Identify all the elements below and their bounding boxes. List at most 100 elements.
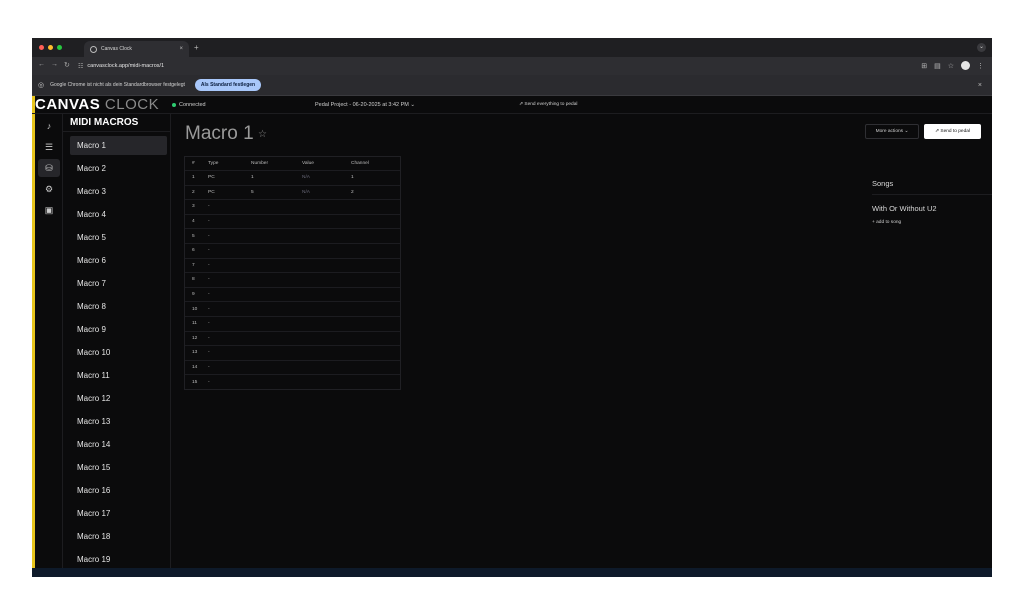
status-text: Connected (179, 102, 206, 108)
favicon-icon (90, 45, 97, 53)
cell-type: - (208, 248, 210, 254)
sidebar-item-macro-12[interactable]: Macro 12 (70, 389, 167, 408)
table-row[interactable]: 12 - (185, 330, 400, 346)
send-all-button[interactable]: ⇗ Send everything to pedal (519, 102, 577, 107)
table-row[interactable]: 4- (185, 213, 400, 229)
sidebar-item-macro-9[interactable]: Macro 9 (70, 320, 167, 339)
cell-channel: 2 (351, 189, 354, 195)
back-icon[interactable]: ← (38, 61, 45, 69)
menu-kebab-icon[interactable]: ⋮ (977, 62, 984, 70)
toolbar-actions: ⊞ ▤ ☆ ⋮ (921, 61, 984, 70)
cell-type: - (208, 379, 210, 385)
install-app-icon[interactable]: ⊞ (921, 62, 927, 70)
icon-rail: ♪ ☰ ⛁ ⚙ ▣ (35, 114, 63, 568)
cell-type: - (208, 219, 210, 225)
sidebar-item-macro-8[interactable]: Macro 8 (70, 297, 167, 316)
table-row[interactable]: 10 - (185, 301, 400, 316)
sidebar-item-macro-17[interactable]: Macro 17 (70, 504, 167, 523)
pedal-nav-icon[interactable]: ▣ (38, 201, 60, 219)
cell-number: 1 (251, 175, 254, 181)
cell-value: N/A (302, 189, 310, 195)
cell-index: 3 (192, 204, 195, 210)
cell-index: 11 (192, 321, 197, 327)
sidebar-item-macro-16[interactable]: Macro 16 (70, 481, 167, 500)
close-window-button[interactable] (39, 45, 44, 50)
table-header: # Type Number Value Channel (185, 157, 400, 170)
maximize-window-button[interactable] (57, 45, 62, 50)
macros-nav-icon[interactable]: ⛁ (38, 159, 60, 177)
sidebar-item-macro-10[interactable]: Macro 10 (70, 343, 167, 362)
sidebar-item-macro-7[interactable]: Macro 7 (70, 274, 167, 293)
minimize-window-button[interactable] (48, 45, 53, 50)
sidebar-item-macro-4[interactable]: Macro 4 (70, 205, 167, 224)
table-row[interactable]: 13 - (185, 345, 400, 360)
cell-type: - (208, 233, 210, 239)
site-info-icon[interactable]: ☷ (78, 63, 83, 70)
list-nav-icon[interactable]: ☰ (38, 138, 60, 156)
sidebar-item-macro-13[interactable]: Macro 13 (70, 412, 167, 431)
window-controls (39, 45, 62, 50)
table-row[interactable]: 2 PC 5 N/A 2 (185, 184, 400, 200)
sidebar-title: MIDI MACROS (63, 114, 170, 132)
profile-avatar[interactable] (961, 61, 970, 70)
project-selector[interactable]: Pedal Project - 06-20-2025 at 3:42 PM ⌄ (315, 102, 415, 108)
settings-nav-icon[interactable]: ⚙ (38, 180, 60, 198)
sidebar-item-macro-1[interactable]: Macro 1 (70, 136, 167, 155)
table-row[interactable]: 5- (185, 228, 400, 243)
sidebar-item-macro-15[interactable]: Macro 15 (70, 458, 167, 477)
songs-nav-icon[interactable]: ♪ (38, 117, 60, 135)
tab-title: Canvas Clock (101, 46, 132, 52)
cell-index: 6 (192, 248, 195, 254)
app-root: CANVAS CLOCK Connected Pedal Project - 0… (32, 96, 992, 577)
reload-icon[interactable]: ↻ (64, 61, 70, 69)
url-text: canvasclock.app/midi-macros/1 (87, 63, 165, 69)
cell-type: - (208, 292, 210, 298)
address-bar[interactable]: ☷ canvasclock.app/midi-macros/1 (78, 60, 938, 72)
macro-items: Macro 1 Macro 2 Macro 3 Macro 4 Macro 5 Macro… (63, 136, 170, 569)
status-dot-icon (172, 103, 176, 107)
table-row[interactable]: 1 PC 1 N/A 1 (185, 170, 400, 185)
table-body: 1 PC 1 N/A 1 2 PC 5 N/A 2 3-4-5-6-7-8-9-10-11-12-1… (185, 170, 400, 389)
col-header-channel: Channel (351, 161, 369, 166)
table-row[interactable]: 7- (185, 257, 400, 273)
song-item[interactable]: With Or Without U2 (872, 204, 992, 213)
forward-icon[interactable]: → (51, 61, 58, 69)
sidebar-item-macro-19[interactable]: Macro 19 (70, 550, 167, 569)
set-default-button[interactable]: Als Standard festlegen (194, 79, 262, 91)
logo-light: CLOCK (104, 96, 160, 113)
table-row[interactable]: 14 - (185, 359, 400, 375)
tab-close-icon[interactable]: × (179, 46, 183, 52)
col-header-type: Type (208, 161, 219, 166)
infobar-close-icon[interactable]: × (978, 82, 982, 89)
translate-icon[interactable]: ▤ (934, 62, 941, 70)
sidebar-item-macro-14[interactable]: Macro 14 (70, 435, 167, 454)
send-to-pedal-button[interactable]: ⇗ Send to pedal (924, 124, 981, 139)
tab-search-icon[interactable]: ⌄ (977, 43, 986, 52)
app-logo[interactable]: CANVAS CLOCK (35, 96, 159, 114)
favorite-star-icon[interactable]: ☆ (258, 129, 267, 140)
bookmark-star-icon[interactable]: ☆ (948, 62, 954, 70)
infobar-message: Google Chrome ist nicht als dein Standar… (50, 82, 185, 88)
table-row[interactable]: 9- (185, 286, 400, 302)
table-row[interactable]: 15 - (185, 374, 400, 389)
sidebar-item-macro-6[interactable]: Macro 6 (70, 251, 167, 270)
midi-table: # Type Number Value Channel 1 PC 1 N/A 1 2 PC 5… (184, 156, 401, 390)
sidebar-item-macro-11[interactable]: Macro 11 (70, 366, 167, 385)
sidebar-item-macro-5[interactable]: Macro 5 (70, 228, 167, 247)
page-title[interactable]: Macro 1 (185, 123, 254, 145)
add-to-song-link[interactable]: + add to song (872, 220, 992, 225)
table-row[interactable]: 11 - (185, 315, 400, 331)
browser-tab[interactable]: Canvas Clock × (84, 41, 189, 57)
cell-index: 2 (192, 189, 195, 195)
songs-title: Songs (872, 179, 992, 195)
sidebar-item-macro-18[interactable]: Macro 18 (70, 527, 167, 546)
col-header-number: Number (251, 161, 269, 166)
new-tab-button[interactable]: + (194, 43, 199, 52)
cell-index: 4 (192, 219, 195, 225)
table-row[interactable]: 3- (185, 199, 400, 214)
table-row[interactable]: 8- (185, 272, 400, 287)
sidebar-item-macro-2[interactable]: Macro 2 (70, 159, 167, 178)
table-row[interactable]: 6- (185, 242, 400, 258)
more-actions-button[interactable]: More actions ⌄ (865, 124, 919, 139)
sidebar-item-macro-3[interactable]: Macro 3 (70, 182, 167, 201)
